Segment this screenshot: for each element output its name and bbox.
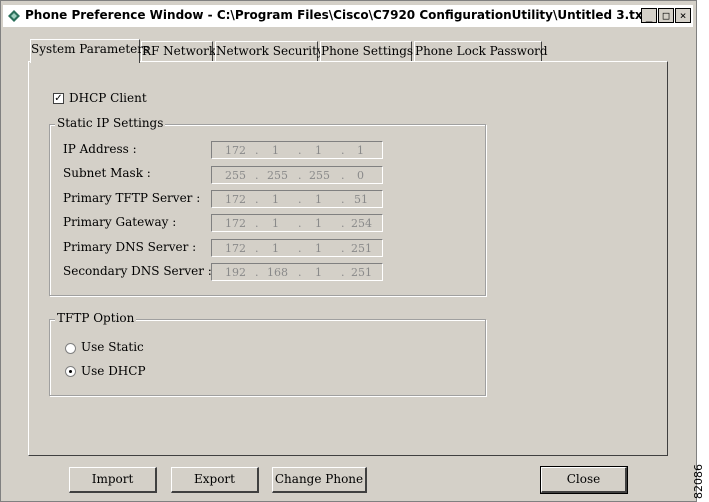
change-phone-button[interactable]: Change Phone	[272, 467, 367, 493]
dot-separator: .	[341, 169, 345, 182]
dot-separator: .	[341, 242, 345, 255]
minimize-button[interactable]: _	[641, 8, 657, 23]
figure-code: 82086	[692, 464, 705, 499]
subnet-mask-label: Subnet Mask :	[63, 166, 151, 180]
app-icon	[8, 10, 20, 22]
octet: 1	[272, 242, 279, 255]
dot-separator: .	[298, 144, 302, 157]
ip-address-field[interactable]: 172 . 1 . 1 . 1	[211, 141, 383, 159]
primary-tftp-field[interactable]: 172 . 1 . 1 . 51	[211, 190, 383, 208]
use-dhcp-radio[interactable]	[65, 366, 76, 377]
dhcp-client-label: DHCP Client	[69, 91, 147, 105]
dot-separator: .	[341, 144, 345, 157]
octet: 1	[315, 242, 322, 255]
dot-separator: .	[298, 266, 302, 279]
tftp-option-legend: TFTP Option	[55, 311, 137, 325]
static-ip-legend: Static IP Settings	[55, 116, 166, 130]
octet: 1	[272, 217, 279, 230]
octet: 1	[272, 144, 279, 157]
dot-separator: .	[298, 193, 302, 206]
use-static-radio[interactable]	[65, 343, 76, 354]
octet: 251	[351, 266, 372, 279]
octet: 172	[225, 193, 246, 206]
octet: 1	[357, 144, 364, 157]
octet: 255	[225, 169, 246, 182]
dot-separator: .	[255, 144, 259, 157]
octet: 0	[357, 169, 364, 182]
dot-separator: .	[341, 266, 345, 279]
tab-network-security[interactable]: Network Security	[215, 41, 324, 61]
octet: 254	[351, 217, 372, 230]
radio-selected-dot	[69, 370, 72, 373]
octet: 1	[315, 217, 322, 230]
dot-separator: .	[255, 242, 259, 255]
dot-separator: .	[298, 217, 302, 230]
octet: 1	[315, 266, 322, 279]
secondary-dns-field[interactable]: 192 . 168 . 1 . 251	[211, 263, 383, 281]
dot-separator: .	[298, 242, 302, 255]
import-button[interactable]: Import	[69, 467, 157, 493]
octet: 168	[267, 266, 288, 279]
primary-gateway-label: Primary Gateway :	[63, 215, 177, 229]
tab-system-parameters[interactable]: System Parameters	[30, 39, 149, 63]
octet: 1	[315, 144, 322, 157]
dot-separator: .	[255, 169, 259, 182]
octet: 172	[225, 242, 246, 255]
use-dhcp-label: Use DHCP	[81, 364, 146, 378]
dot-separator: .	[341, 217, 345, 230]
octet: 172	[225, 217, 246, 230]
secondary-dns-label: Secondary DNS Server :	[63, 264, 212, 278]
title-bar[interactable]: Phone Preference Window - C:\Program Fil…	[3, 5, 693, 27]
primary-tftp-label: Primary TFTP Server :	[63, 191, 201, 205]
octet: 192	[225, 266, 246, 279]
tab-rf-network[interactable]: RF Network	[141, 41, 216, 61]
ip-address-label: IP Address :	[63, 142, 137, 156]
tab-phone-lock-password[interactable]: Phone Lock Password	[414, 41, 548, 61]
primary-gateway-field[interactable]: 172 . 1 . 1 . 254	[211, 214, 383, 232]
dot-separator: .	[255, 217, 259, 230]
tftp-option-group	[49, 319, 486, 396]
octet: 255	[267, 169, 288, 182]
subnet-mask-field[interactable]: 255 . 255 . 255 . 0	[211, 166, 383, 184]
primary-dns-field[interactable]: 172 . 1 . 1 . 251	[211, 239, 383, 257]
dot-separator: .	[298, 169, 302, 182]
octet: 51	[354, 193, 368, 206]
close-window-button[interactable]: ×	[675, 8, 691, 23]
close-button[interactable]: Close	[540, 466, 628, 494]
octet: 251	[351, 242, 372, 255]
octet: 255	[309, 169, 330, 182]
octet: 1	[272, 193, 279, 206]
dot-separator: .	[255, 266, 259, 279]
dhcp-client-checkbox[interactable]: ✓	[53, 93, 64, 104]
octet: 172	[225, 144, 246, 157]
primary-dns-label: Primary DNS Server :	[63, 240, 197, 254]
octet: 1	[315, 193, 322, 206]
tab-phone-settings[interactable]: Phone Settings	[320, 41, 413, 61]
phone-preference-window: Phone Preference Window - C:\Program Fil…	[0, 0, 697, 502]
use-static-label: Use Static	[81, 340, 144, 354]
window-title: Phone Preference Window - C:\Program Fil…	[25, 8, 649, 22]
export-button[interactable]: Export	[171, 467, 259, 493]
maximize-button[interactable]: □	[658, 8, 674, 23]
dot-separator: .	[341, 193, 345, 206]
dot-separator: .	[255, 193, 259, 206]
